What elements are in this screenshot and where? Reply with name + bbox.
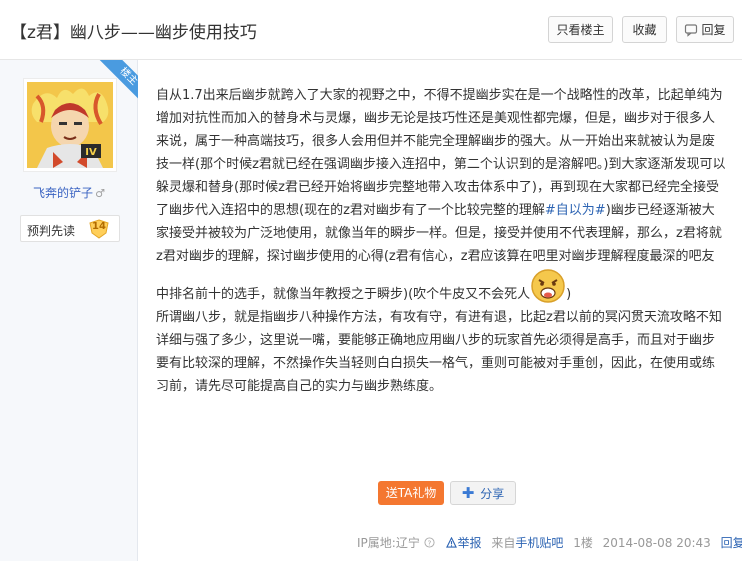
user-sidebar: IV 楼主 飞奔的铲子 ♂ 预判先读 14 <box>0 60 138 561</box>
report-label[interactable]: 举报 <box>457 536 481 550</box>
only-host-button[interactable]: 只看楼主 <box>548 16 613 43</box>
source-prefix: 来自 <box>491 536 516 550</box>
help-icon[interactable]: ? <box>424 537 435 548</box>
warning-icon <box>446 536 458 548</box>
comment-icon <box>685 23 698 37</box>
post-text-1a: 自从1.7出来后幽步就跨入了大家的视野之中，不得不提幽步实在是一个战略性的改革，… <box>156 88 726 218</box>
footer-reply-link[interactable]: 回复 <box>721 536 742 550</box>
svg-text:IV: IV <box>85 147 97 158</box>
reply-button[interactable]: 回复 <box>676 16 734 43</box>
post-paragraph-2: 所谓幽八步，就是指幽步八种操作方法，有攻有守，有进有退，比起z君以前的冥闪贯天流… <box>156 310 722 394</box>
level-number: 14 <box>92 221 106 232</box>
post-content: 自从1.7出来后幽步就跨入了大家的视野之中，不得不提幽步实在是一个战略性的改革，… <box>156 84 726 398</box>
favorite-button[interactable]: 收藏 <box>622 16 667 43</box>
grimace-emoji-icon <box>531 269 565 303</box>
post-text-1c: ) <box>566 287 572 302</box>
gender-icon: ♂ <box>95 187 105 200</box>
level-name: 预判先读 <box>27 224 76 238</box>
page-title: 【z君】幽八步——幽步使用技巧 <box>10 23 257 43</box>
report-button[interactable]: 举报 <box>446 536 485 550</box>
hashtag-link[interactable]: #自以为# <box>545 203 606 218</box>
host-badge: 楼主 <box>99 60 138 106</box>
floor-number: 1楼 <box>573 536 593 550</box>
post-paragraph-1: 自从1.7出来后幽步就跨入了大家的视野之中，不得不提幽步实在是一个战略性的改革，… <box>156 84 726 306</box>
post-footer: IP属地:辽宁 ? 举报 来自手机贴吧 1楼 2014-08-08 20:43 … <box>357 534 742 551</box>
post-time: 2014-08-08 20:43 <box>602 536 711 550</box>
share-label: 分享 <box>480 486 505 501</box>
username-text[interactable]: 飞奔的铲子 <box>33 186 93 200</box>
post-header: 【z君】幽八步——幽步使用技巧 只看楼主 收藏 回复 <box>0 0 742 60</box>
share-button[interactable]: ✚ 分享 <box>450 481 516 505</box>
plus-icon: ✚ <box>461 483 475 502</box>
level-badge[interactable]: 预判先读 14 <box>20 215 120 242</box>
svg-text:?: ? <box>427 538 431 547</box>
send-gift-button[interactable]: 送TA礼物 <box>378 481 444 505</box>
reply-label: 回复 <box>701 23 726 37</box>
favorite-label: 收藏 <box>632 23 657 37</box>
mobile-tieba-link[interactable]: 手机贴吧 <box>515 536 563 550</box>
host-ribbon: 楼主 <box>90 60 138 108</box>
only-host-label: 只看楼主 <box>556 23 605 37</box>
ip-location: IP属地:辽宁 <box>357 536 420 550</box>
username[interactable]: 飞奔的铲子 ♂ <box>0 184 138 201</box>
